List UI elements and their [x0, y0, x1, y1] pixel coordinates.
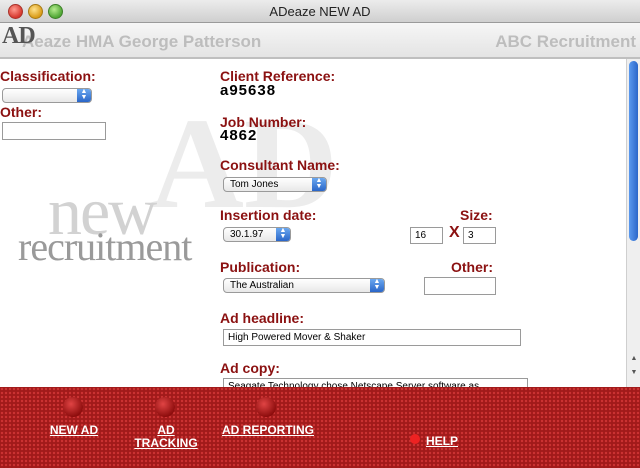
updown-arrows-icon: ▲ ▼ — [312, 177, 326, 191]
consultant-select[interactable]: Tom Jones ▲ ▼ — [223, 177, 327, 192]
ad-tracking-link[interactable]: AD TRACKING — [126, 424, 206, 450]
size-width-field[interactable]: 16 — [410, 227, 443, 244]
client-name: ABC Recruitment — [495, 32, 636, 51]
ad-headline-label: Ad headline: — [220, 310, 305, 326]
classification-select[interactable]: ▲ ▼ — [2, 88, 92, 103]
title-bar: ADeaze NEW AD — [0, 0, 640, 23]
size-height-field[interactable]: 3 — [463, 227, 496, 244]
nav-footer: NEW AD AD TRACKING AD REPORTING HELP — [0, 387, 640, 468]
app-window: ADeaze NEW AD Aeaze HMA George Patterson… — [0, 0, 640, 468]
ad-tracking-line2: TRACKING — [134, 436, 198, 450]
other-label: Other: — [0, 104, 42, 120]
agency-name: Aeaze HMA George Patterson — [22, 32, 262, 51]
vertical-scrollbar[interactable]: ▲ ▼ — [626, 59, 640, 387]
insertion-date-value: 30.1.97 — [230, 229, 264, 240]
insertion-date-select[interactable]: 30.1.97 ▲ ▼ — [223, 227, 291, 242]
publication-value: The Australian — [230, 280, 294, 291]
insertion-date-label: Insertion date: — [220, 207, 317, 223]
new-ad-link[interactable]: NEW AD — [44, 424, 104, 437]
red-ball-icon — [63, 397, 83, 417]
form-area: AD new recruitment Classification: ▲ ▼ Ot… — [0, 59, 626, 387]
size-x-label: X — [449, 224, 460, 241]
adeaze-logo: AD — [2, 23, 36, 49]
updown-arrows-icon: ▲ ▼ — [370, 278, 384, 292]
scroll-up-arrow-icon[interactable]: ▲ — [629, 355, 639, 362]
scrollbar-thumb[interactable] — [629, 61, 638, 241]
ad-copy-label: Ad copy: — [220, 360, 280, 376]
job-number-value: 4862 — [220, 127, 258, 144]
publication-select[interactable]: The Australian ▲ ▼ — [223, 278, 385, 293]
consultant-label: Consultant Name: — [220, 157, 340, 173]
updown-arrows-icon: ▲ ▼ — [77, 88, 91, 102]
scroll-down-arrow-icon[interactable]: ▼ — [629, 369, 639, 376]
size-label: Size: — [460, 207, 493, 223]
other-field[interactable] — [2, 122, 106, 140]
publication-other-label: Other: — [451, 259, 493, 275]
client-reference-value: a95638 — [220, 82, 277, 99]
red-ball-icon — [256, 397, 276, 417]
classification-label: Classification: — [0, 68, 96, 84]
updown-arrows-icon: ▲ ▼ — [276, 227, 290, 241]
watermark-recruitment: recruitment — [18, 224, 192, 269]
ad-headline-field[interactable]: High Powered Mover & Shaker — [223, 329, 521, 346]
publication-other-field[interactable] — [424, 277, 496, 295]
ad-copy-field[interactable]: Seagate Technology chose Netscape Server… — [223, 378, 528, 387]
window-title: ADeaze NEW AD — [269, 4, 371, 19]
ad-reporting-link[interactable]: AD REPORTING — [212, 424, 324, 437]
app-header: Aeaze HMA George Patterson AD ABC Recrui… — [0, 23, 640, 59]
red-ball-icon — [155, 397, 175, 417]
help-link[interactable]: HELP — [421, 435, 463, 448]
help-dot-icon — [410, 434, 420, 444]
publication-label: Publication: — [220, 259, 301, 275]
consultant-value: Tom Jones — [230, 179, 279, 190]
